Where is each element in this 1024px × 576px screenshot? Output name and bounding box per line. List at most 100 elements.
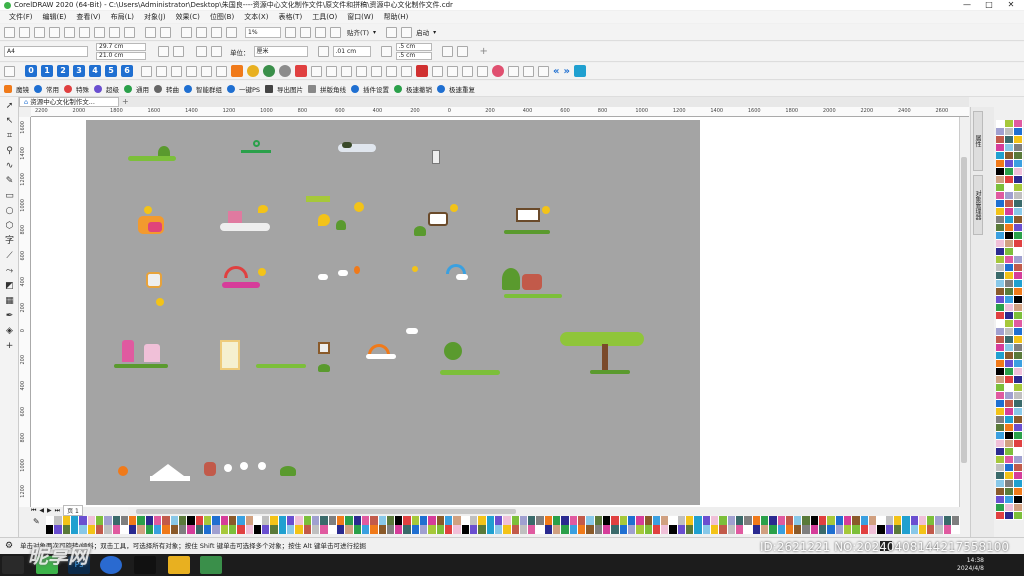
artwork-sign-board[interactable] [410,204,462,236]
color-swatch[interactable] [1014,232,1023,240]
artwork-frame-post[interactable] [318,342,330,372]
color-swatch[interactable] [528,525,537,534]
color-swatch[interactable] [952,525,961,534]
color-swatch[interactable] [494,516,504,525]
color-swatch[interactable] [711,525,720,534]
color-swatch[interactable] [561,516,570,525]
home-icon[interactable]: ⌂ [24,98,28,106]
color-swatch[interactable] [1014,136,1023,144]
color-swatch[interactable] [902,516,911,525]
snap-to-menu[interactable]: 贴齐(T) [347,27,369,37]
color-swatch[interactable] [245,525,254,534]
color-swatch[interactable] [212,516,221,525]
color-swatch[interactable] [860,516,869,525]
color-swatch[interactable] [996,384,1005,392]
color-swatch[interactable] [461,525,470,534]
color-swatch[interactable] [295,525,304,534]
color-swatch[interactable] [652,525,662,534]
color-swatch[interactable] [503,516,512,525]
color-swatch[interactable] [943,525,953,534]
node-icon[interactable] [156,65,167,77]
color-swatch[interactable] [361,516,371,525]
color-swatch[interactable] [1005,160,1014,168]
color-swatch[interactable] [503,525,512,534]
circle-tool-icon[interactable] [279,65,291,77]
color-swatch[interactable] [996,240,1005,248]
color-swatch[interactable] [220,525,229,534]
color-swatch[interactable] [952,516,961,525]
color-swatch[interactable] [752,525,761,534]
color-swatch[interactable] [1014,408,1023,416]
color-swatch[interactable] [760,516,770,525]
color-swatch[interactable] [877,525,886,534]
color-swatch[interactable] [996,256,1005,264]
color-swatch[interactable] [553,525,562,534]
color-swatch[interactable] [519,525,529,534]
color-swatch[interactable] [120,516,130,525]
color-swatch[interactable] [1005,408,1014,416]
color-swatch[interactable] [1005,328,1014,336]
color-swatch[interactable] [1014,352,1023,360]
color-swatch[interactable] [996,224,1005,232]
color-swatch[interactable] [137,525,146,534]
color-swatch[interactable] [137,516,146,525]
drop-shadow-icon[interactable]: ◩ [4,281,15,292]
minimize-button[interactable]: — [956,0,978,9]
number-button-6[interactable]: 6 [121,65,133,77]
color-swatch[interactable] [996,368,1005,376]
color-swatch[interactable] [785,525,795,534]
plugin-crop-marks[interactable]: 拼版角线 [320,84,346,94]
color-swatch[interactable] [1005,472,1014,480]
page-tab[interactable]: 页 1 [63,505,83,516]
zoom-tool-icon[interactable]: ⚲ [4,146,15,157]
color-swatch[interactable] [835,525,844,534]
color-swatch[interactable] [1014,448,1023,456]
color-swatch[interactable] [104,525,113,534]
current-page-icon[interactable] [211,46,222,57]
color-swatch[interactable] [1005,448,1014,456]
color-swatch[interactable] [996,200,1005,208]
color-swatch[interactable] [54,516,63,525]
color-swatch[interactable] [996,312,1005,320]
color-swatch[interactable] [868,516,878,525]
color-swatch[interactable] [727,516,736,525]
color-swatch[interactable] [1014,216,1023,224]
color-swatch[interactable] [827,525,836,534]
transparency-icon[interactable]: ▦ [4,296,15,307]
color-swatch[interactable] [287,516,296,525]
color-swatch[interactable] [996,464,1005,472]
color-swatch[interactable] [1005,496,1014,504]
color-swatch[interactable] [1005,168,1014,176]
grid-icon[interactable] [315,26,326,38]
color-swatch[interactable] [553,516,562,525]
color-swatch[interactable] [428,516,437,525]
color-swatch[interactable] [1014,168,1023,176]
horizontal-ruler[interactable]: 2200 2000 1800 1600 1400 1200 1000 800 600 400 200… [31,107,969,117]
color-swatch[interactable] [445,525,454,534]
color-swatch[interactable] [996,336,1005,344]
color-swatch[interactable] [54,525,63,534]
color-swatch[interactable] [918,525,928,534]
plugin-fast-undo[interactable]: 极速撤销 [406,84,432,94]
color-swatch[interactable] [594,525,603,534]
plugin-smart-group[interactable]: 智能群组 [196,84,222,94]
color-swatch[interactable] [1005,216,1014,224]
add-tool-icon[interactable]: + [4,341,15,352]
color-swatch[interactable] [1005,312,1014,320]
color-swatch[interactable] [578,516,587,525]
color-swatch[interactable] [619,525,628,534]
color-swatch[interactable] [411,525,421,534]
color-swatch[interactable] [719,516,728,525]
color-swatch[interactable] [636,516,645,525]
color-swatch[interactable] [1005,400,1014,408]
color-swatch[interactable] [996,456,1005,464]
color-swatch[interactable] [996,376,1005,384]
color-swatch[interactable] [561,525,570,534]
color-swatch[interactable] [927,525,936,534]
color-swatch[interactable] [996,176,1005,184]
color-swatch[interactable] [1014,320,1023,328]
color-swatch[interactable] [1014,288,1023,296]
color-swatch[interactable] [1014,208,1023,216]
artwork-fruit-mountain[interactable] [118,458,192,482]
color-swatch[interactable] [844,525,853,534]
